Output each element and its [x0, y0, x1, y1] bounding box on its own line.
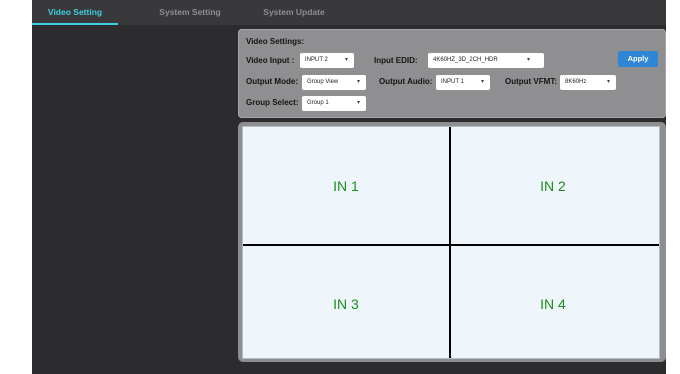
output-mode-label: Output Mode: [246, 77, 298, 86]
grid-cell-label: IN 2 [540, 177, 566, 194]
output-audio-label: Output Audio: [379, 77, 433, 86]
output-audio-select[interactable]: INPUT 1 ▾ [436, 75, 490, 90]
video-input-label: Video Input : [246, 56, 295, 65]
chevron-down-icon: ▾ [526, 57, 530, 63]
chevron-down-icon: ▾ [480, 79, 484, 85]
input-edid-label: Input EDID: [374, 56, 418, 65]
output-vfmt-value: 8K60Hz [565, 79, 587, 85]
grid-cell-in-2[interactable]: IN 2 [450, 127, 656, 244]
grid-cell-label: IN 4 [540, 295, 566, 312]
apply-button[interactable]: Apply [618, 51, 658, 67]
top-navigation: Video Setting System Setting System Upda… [32, 0, 666, 25]
output-vfmt-select[interactable]: 8K60Hz ▾ [560, 75, 616, 90]
video-wall-panel: IN 1 IN 2 IN 3 IN 4 [238, 122, 666, 362]
tab-system-setting[interactable]: System Setting [150, 0, 230, 25]
tab-video-setting[interactable]: Video Setting [32, 0, 118, 25]
group-select-label: Group Select: [246, 98, 299, 107]
app-window: Video Setting System Setting System Upda… [32, 0, 666, 374]
video-input-value: INPUT 2 [305, 57, 328, 63]
output-audio-value: INPUT 1 [441, 79, 464, 85]
input-edid-value: 4K60HZ_3D_2CH_HDR [433, 57, 498, 63]
video-settings-panel: Video Settings: Video Input : INPUT 2 ▾ … [238, 29, 666, 118]
grid-cell-in-3[interactable]: IN 3 [243, 245, 449, 362]
video-input-select[interactable]: INPUT 2 ▾ [300, 53, 354, 68]
grid-cell-in-1[interactable]: IN 1 [243, 127, 449, 244]
video-settings-title: Video Settings: [246, 37, 305, 46]
grid-cell-label: IN 3 [333, 295, 359, 312]
output-vfmt-label: Output VFMT: [505, 77, 557, 86]
chevron-down-icon: ▾ [356, 79, 360, 85]
group-select-dropdown[interactable]: Group 1 ▾ [302, 96, 366, 111]
grid-cell-in-4[interactable]: IN 4 [450, 245, 656, 362]
chevron-down-icon: ▾ [356, 100, 360, 106]
output-mode-select[interactable]: Group View ▾ [302, 75, 366, 90]
output-mode-value: Group View [307, 79, 339, 85]
grid-divider-horizontal [243, 244, 659, 246]
chevron-down-icon: ▾ [344, 57, 348, 63]
chevron-down-icon: ▾ [606, 79, 610, 85]
group-select-value: Group 1 [307, 100, 329, 106]
tab-system-update[interactable]: System Update [258, 0, 330, 25]
input-edid-select[interactable]: 4K60HZ_3D_2CH_HDR ▾ [428, 53, 544, 68]
video-wall-grid: IN 1 IN 2 IN 3 IN 4 [242, 126, 660, 359]
grid-divider-vertical [449, 127, 451, 358]
grid-cell-label: IN 1 [333, 177, 359, 194]
